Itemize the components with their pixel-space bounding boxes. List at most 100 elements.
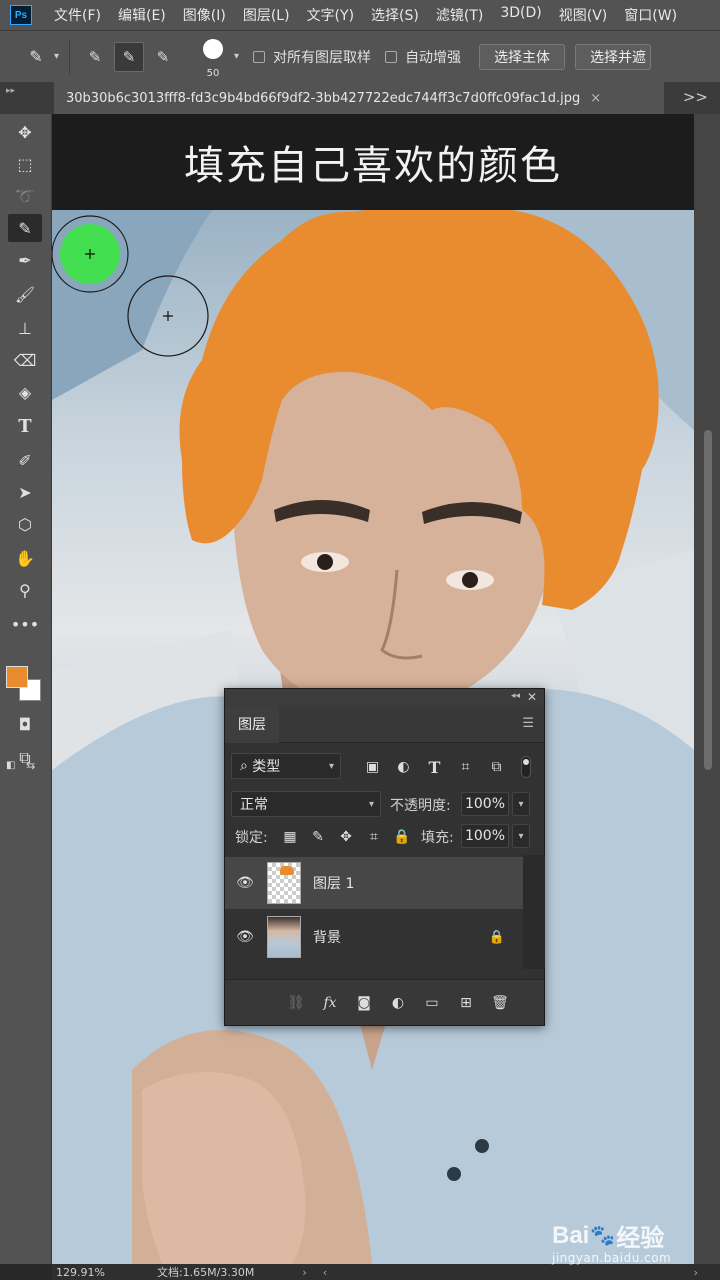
expand-toolbar-icon[interactable]: ▸▸ — [6, 86, 15, 96]
document-size: 文档:1.65M/3.30M — [156, 1266, 255, 1279]
menu-select[interactable]: 选择(S) — [371, 5, 419, 25]
menu-type[interactable]: 文字(Y) — [307, 5, 354, 25]
new-layer-icon[interactable]: ⊞ — [455, 992, 477, 1014]
paint-bucket-tool-icon[interactable]: ◈ — [8, 378, 42, 406]
document-tab[interactable]: 30b30b6c3013fff8-fd3c9b4bd66f9df2-3bb427… — [54, 82, 664, 114]
collapse-panel-icon[interactable]: ◂◂ — [511, 691, 520, 701]
status-menu-arrow-icon[interactable]: › — [302, 1266, 306, 1279]
close-icon[interactable]: × — [590, 91, 601, 106]
path-selection-tool-icon[interactable]: ➤ — [8, 478, 42, 506]
foreground-color-swatch[interactable] — [6, 666, 28, 688]
blend-mode-value: 正常 — [240, 797, 268, 813]
more-tools-icon[interactable]: ••• — [8, 610, 42, 638]
select-subject-button[interactable]: 选择主体 — [479, 43, 566, 70]
scrollbar-thumb[interactable] — [704, 430, 712, 770]
auto-enhance-checkbox[interactable]: 自动增强 — [385, 47, 461, 67]
scroll-right-icon[interactable]: › — [694, 1266, 698, 1279]
layer-style-fx-icon[interactable]: fx — [319, 992, 341, 1014]
stamp-tool-icon[interactable]: ⊥ — [8, 314, 42, 342]
quick-mask-icon[interactable]: ◘ — [8, 710, 42, 738]
type-filter-icon[interactable]: T — [423, 756, 446, 778]
delete-layer-trash-icon[interactable]: 🗑 — [489, 992, 511, 1014]
shape-filter-icon[interactable]: ⌗ — [454, 756, 477, 778]
subtract-from-selection-mode-icon[interactable]: ✎ — [148, 42, 178, 72]
lasso-tool-icon[interactable]: ➰ — [8, 182, 42, 210]
brush-tool-icon[interactable]: 🖌 — [8, 280, 42, 308]
add-to-selection-mode-icon[interactable]: ✎ — [114, 41, 145, 72]
menu-bar: Ps 文件(F) 编辑(E) 图像(I) 图层(L) 文字(Y) 选择(S) 滤… — [0, 0, 720, 30]
smart-object-filter-icon[interactable]: ⧉ — [485, 756, 508, 778]
add-mask-icon[interactable]: ◙ — [353, 992, 375, 1014]
move-tool-icon[interactable]: ✥ — [8, 118, 42, 146]
caption-bar: 填充自己喜欢的颜色 — [52, 114, 694, 210]
tab-layers[interactable]: 图层 — [225, 707, 279, 743]
fill-dropdown[interactable]: ▾ — [512, 824, 530, 848]
shape-tool-icon[interactable]: ⬡ — [8, 510, 42, 538]
new-selection-mode-icon[interactable]: ✎ — [80, 42, 110, 72]
close-icon[interactable]: ✕ — [527, 690, 537, 704]
new-group-folder-icon[interactable]: ▭ — [421, 992, 443, 1014]
opacity-dropdown[interactable]: ▾ — [512, 792, 530, 816]
checkbox-icon — [385, 50, 398, 63]
scroll-left-icon[interactable]: ‹ — [323, 1266, 327, 1279]
zoom-tool-icon[interactable]: ⚲ — [8, 576, 42, 604]
select-and-mask-button[interactable]: 选择并遮 — [575, 43, 652, 70]
adjustment-layer-icon[interactable]: ◐ — [387, 992, 409, 1014]
quick-selection-preset-icon[interactable]: ✎ — [22, 43, 50, 71]
auto-enhance-label: 自动增强 — [405, 49, 462, 66]
chevron-down-icon[interactable]: ▾ — [234, 51, 239, 62]
more-tabs-icon[interactable]: >> — [683, 88, 708, 106]
lock-icon: 🔒 — [488, 929, 505, 945]
quick-selection-tool-icon[interactable]: ✎ — [8, 214, 42, 242]
adjustment-filter-icon[interactable]: ◐ — [392, 756, 415, 778]
visibility-eye-icon[interactable]: 👁 — [225, 929, 265, 945]
chevron-down-icon[interactable]: ▾ — [54, 51, 59, 62]
chevron-down-icon: ▾ — [328, 760, 334, 772]
opacity-label: 不透明度: — [390, 798, 451, 814]
menu-image[interactable]: 图像(I) — [183, 5, 226, 25]
menu-view[interactable]: 视图(V) — [559, 5, 608, 25]
lock-icons: ▦ ✎ ✥ ⌗ 🔒 — [281, 827, 421, 847]
pixel-filter-icon[interactable]: ▣ — [361, 756, 384, 778]
lock-position-icon[interactable]: ✥ — [337, 827, 355, 847]
opacity-input[interactable]: 100% — [461, 792, 509, 816]
fill-input[interactable]: 100% — [461, 824, 509, 848]
blend-mode-select[interactable]: 正常 ▾ — [231, 791, 381, 817]
layer-name: 图层 1 — [313, 876, 355, 892]
menu-items: 文件(F) 编辑(E) 图像(I) 图层(L) 文字(Y) 选择(S) 滤镜(T… — [54, 5, 694, 25]
layer-row[interactable]: 👁 图层 1 — [225, 857, 523, 909]
panel-menu-icon[interactable]: ☰ — [522, 716, 534, 731]
lock-artboard-icon[interactable]: ⌗ — [365, 827, 383, 847]
document-filename: 30b30b6c3013fff8-fd3c9b4bd66f9df2-3bb427… — [66, 90, 581, 106]
eraser-tool-icon[interactable]: ⌫ — [8, 346, 42, 374]
pen-tool-icon[interactable]: ✐ — [8, 446, 42, 474]
link-layers-icon[interactable]: ⛓ — [285, 992, 307, 1014]
watermark-url: jingyan.baidu.com — [552, 1251, 672, 1265]
marquee-tool-icon[interactable]: ⬚ — [8, 150, 42, 178]
eyedropper-tool-icon[interactable]: ✒ — [8, 246, 42, 274]
menu-filter[interactable]: 滤镜(T) — [436, 5, 483, 25]
lock-all-icon[interactable]: 🔒 — [393, 827, 411, 847]
sample-all-layers-checkbox[interactable]: 对所有图层取样 — [253, 47, 371, 67]
lock-pixels-icon[interactable]: ✎ — [309, 827, 327, 847]
zoom-level[interactable]: 129.91% — [56, 1266, 105, 1279]
menu-file[interactable]: 文件(F) — [54, 5, 101, 25]
layer-row[interactable]: 👁 背景 🔒 — [225, 911, 523, 963]
chevron-down-icon: ▾ — [368, 798, 374, 810]
lock-transparency-icon[interactable]: ▦ — [281, 827, 299, 847]
filter-toggle[interactable] — [521, 756, 531, 778]
menu-window[interactable]: 窗口(W) — [624, 5, 677, 25]
menu-edit[interactable]: 编辑(E) — [118, 5, 166, 25]
baidu-jingyan-watermark: Bai 🐾 经验 jingyan.baidu.com — [552, 1218, 672, 1266]
hand-tool-icon[interactable]: ✋ — [8, 544, 42, 572]
type-tool-icon[interactable]: T — [8, 412, 42, 440]
document-tab-row: 30b30b6c3013fff8-fd3c9b4bd66f9df2-3bb427… — [0, 82, 720, 114]
menu-3d[interactable]: 3D(D) — [500, 5, 541, 25]
visibility-eye-icon[interactable]: 👁 — [225, 875, 265, 891]
screen-mode-icon[interactable]: ⧉ — [8, 744, 42, 772]
photoshop-logo: Ps — [10, 5, 32, 25]
menu-layer[interactable]: 图层(L) — [243, 5, 290, 25]
brush-size-picker[interactable]: 50 — [196, 35, 230, 79]
layer-filter-select[interactable]: ⌕ 类型 ▾ — [231, 753, 341, 779]
layers-scrollbar[interactable] — [523, 855, 545, 969]
